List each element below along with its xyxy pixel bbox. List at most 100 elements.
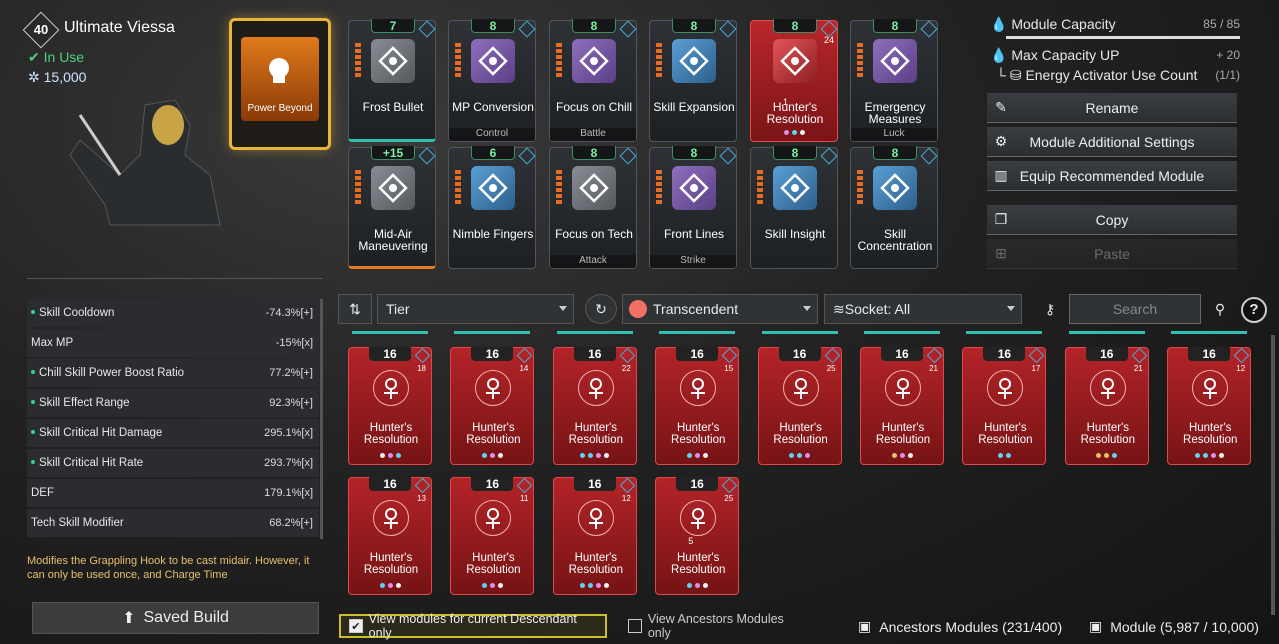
level-bars [656,43,662,79]
view-ancestors-checkbox[interactable]: View Ancestors Modules only [620,612,816,640]
module-icon [471,166,515,210]
module-capacity-badge: 8 [672,146,716,160]
view-current-label: View modules for current Descendant only [368,612,577,640]
inventory-module-card[interactable]: 16 11 Hunter's Resolution [450,477,535,595]
paste-button[interactable]: ⊞ Paste [987,239,1237,269]
equipped-module-card[interactable]: +15 Mid-Air Maneuvering [348,146,436,269]
socket-diamond-icon [719,147,737,165]
equip-recommended-button[interactable]: ▥ Equip Recommended Module [987,161,1237,191]
socket-diamond-icon [418,20,436,38]
upload-icon: ⬆ [122,610,136,627]
equipped-module-card[interactable]: 8 Skill Concentration [850,146,938,269]
module-capacity-badge: 16 [369,477,411,491]
skull-icon [258,51,300,91]
saved-build-button[interactable]: ⬆ Saved Build [32,602,319,634]
inventory-module-card[interactable]: 16 12 Hunter's Resolution [552,477,637,595]
inventory-module-card[interactable]: 16 18 Hunter's Resolution [348,347,432,465]
inventory-module-card[interactable]: 16 15 Hunter's Resolution [655,347,740,465]
copy-icon: ❐ [994,211,1008,227]
level-bars [757,170,763,206]
tier-dropdown[interactable]: Tier [377,294,574,324]
socket-diamond-icon [517,477,533,494]
socket-dropdown[interactable]: ≋ Socket: All [824,294,1022,324]
copy-button[interactable]: ❐ Copy [987,205,1237,235]
hunters-resolution-icon [475,370,512,406]
socket-dots [451,583,533,588]
inventory-module-card[interactable]: 16 25 Hunter's Resolution [757,347,842,465]
stat-value: -15%[x] [275,337,313,349]
inventory-module-card[interactable]: 16 21 Hunter's Resolution [1064,347,1149,465]
module-name: Hunter's Resolution [766,100,824,126]
equipped-module-card[interactable]: 6 Nimble Fingers [448,146,536,269]
equipped-module-card[interactable]: 8 Front Lines Strike [649,146,737,269]
equipped-module-card[interactable]: 8 Emergency Measures Luck [850,19,938,142]
equipped-module-card[interactable]: 8 MP Conversion Control [448,19,536,142]
stat-value: 293.7%[x] [264,457,313,469]
module-name: MP Conversion [452,100,534,114]
box-icon: ▣ [858,618,872,634]
search-icon: ⚲ [1214,300,1226,317]
stat-row: Max MP -15%[x] [27,329,319,357]
view-ancestors-label: View Ancestors Modules only [647,612,784,640]
additional-settings-label: Module Additional Settings [1029,133,1195,150]
module-capacity-badge: 8 [672,19,716,33]
socket-label: Socket: All [844,301,911,317]
module-capacity-badge: 8 [572,146,616,160]
stat-name: Max MP [31,337,74,349]
sort-icon: ⇅ [349,300,361,317]
reset-filter-button[interactable]: ↻ [585,294,617,324]
energy-activator-label: Energy Activator Use Count [1025,66,1198,83]
rarity-dropdown[interactable]: Transcendent [622,294,818,324]
search-button[interactable]: ⚲ [1205,294,1235,324]
equipped-module-card[interactable]: 8 Hunter's Resolution 24 1 [750,19,838,142]
in-use-status: ✔ In Use [28,49,84,66]
equipped-module-card[interactable]: 8 Focus on Tech Attack [549,146,637,269]
inventory-module-card[interactable]: 16 25 5 Hunter's Resolution [655,477,740,595]
module-name: Hunter's Resolution [568,552,623,576]
equipped-module-card[interactable]: 8 Focus on Chill Battle [549,19,637,142]
module-name: Hunter's Resolution [466,422,521,446]
inventory-module-card[interactable]: 16 12 Hunter's Resolution [1167,347,1252,465]
key-filter-button[interactable]: ⚷ [1033,294,1067,324]
view-current-descendant-checkbox[interactable]: ✔ View modules for current Descendant onl… [339,612,607,640]
hunters-resolution-icon [373,370,409,406]
module-capacity-badge: 16 [676,347,719,361]
power-beyond-slot[interactable]: Power Beyond [229,18,331,150]
module-capacity-badge: 6 [471,146,515,160]
equipped-module-card[interactable]: 8 Skill Insight [750,146,838,269]
module-icon [572,39,616,83]
module-name: Mid-Air Maneuvering [358,227,428,253]
module-name: Skill Expansion [653,100,735,114]
rename-button[interactable]: ✎ Rename [987,93,1237,123]
inventory-module-card[interactable]: 16 14 Hunter's Resolution [450,347,535,465]
socket-diamond-icon [721,347,738,364]
module-socket-type: Luck [851,128,937,141]
module-count: ▣ Module (5,987 / 10,000) [1089,618,1259,635]
sort-button[interactable]: ⇅ [338,294,372,324]
socket-diamond-icon [920,147,938,165]
search-input[interactable]: Search [1069,294,1201,324]
energy-activator-icon: ⛁ [1009,66,1022,83]
module-name: Hunter's Resolution [773,422,828,446]
inventory-scrollbar[interactable] [1271,335,1275,615]
inventory-module-card[interactable]: 16 13 Hunter's Resolution [348,477,432,595]
equipped-module-card[interactable]: 7 Frost Bullet [348,19,436,142]
inventory-module-card[interactable]: 16 17 Hunter's Resolution [962,347,1047,465]
checkbox-empty-icon [628,619,642,633]
module-name: Front Lines [663,227,725,241]
inventory-module-card[interactable]: 16 21 Hunter's Resolution [860,347,944,465]
module-capacity-badge: 16 [573,477,616,491]
help-button[interactable]: ? [1241,297,1267,323]
gear-icon: ⚙ [994,133,1008,149]
module-icon [672,166,716,210]
module-socket-type: Attack [550,255,636,268]
additional-settings-button[interactable]: ⚙ Module Additional Settings [987,127,1237,157]
chevron-down-icon [559,306,567,311]
equipped-module-card[interactable]: 8 Skill Expansion [649,19,737,142]
module-name: Hunter's Resolution [568,422,623,446]
socket-diamond-icon [418,147,436,165]
stats-scrollbar[interactable] [320,299,323,539]
inventory-module-card[interactable]: 16 22 Hunter's Resolution [552,347,637,465]
module-capacity-badge: 16 [369,347,411,361]
module-socket-type: Battle [550,128,636,141]
